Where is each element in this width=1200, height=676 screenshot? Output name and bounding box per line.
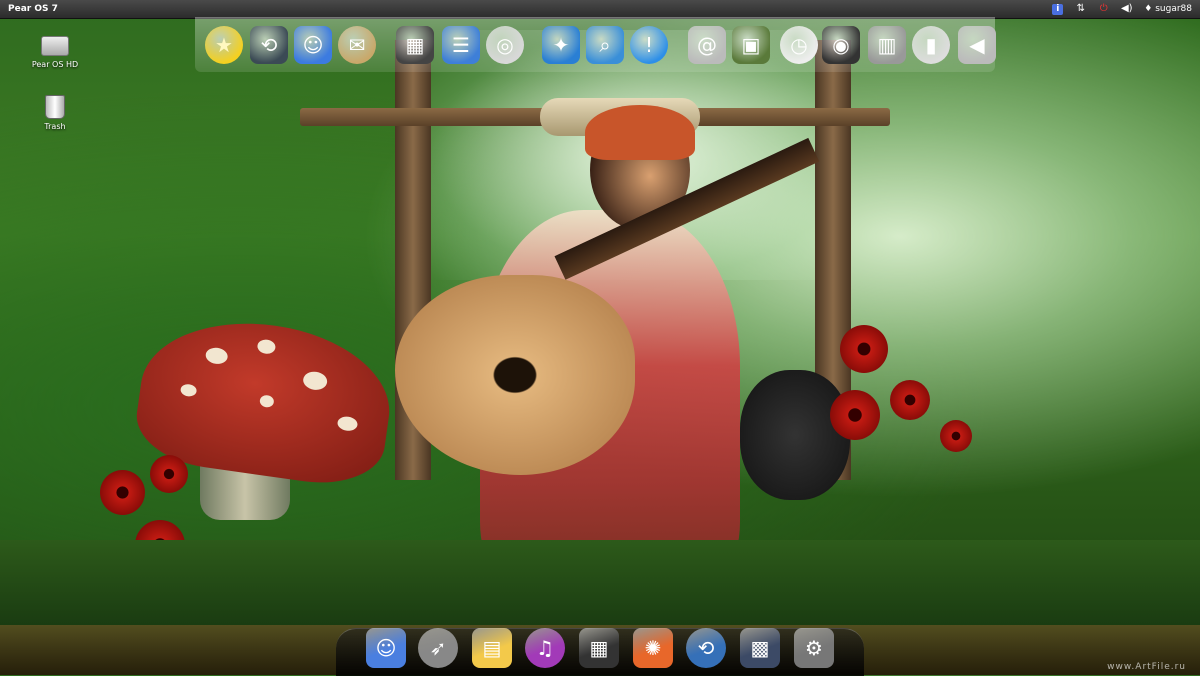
dock-calculator-icon[interactable]: ▦ (579, 628, 619, 668)
os-name-menu[interactable]: Pear OS 7 (8, 0, 58, 18)
safari-icon[interactable]: ✦ (542, 26, 580, 64)
trash-icon (45, 95, 65, 119)
photo-icon[interactable]: ▣ (732, 26, 770, 64)
wallpaper-guitar (395, 275, 635, 475)
desktop-icon-label: Trash (44, 122, 66, 131)
wallpaper-flower (840, 325, 888, 373)
speaker-icon[interactable]: ◀ (958, 26, 996, 64)
dock-settings-icon[interactable]: ⚙ (794, 628, 834, 668)
dvd-icon[interactable]: ◎ (486, 26, 524, 64)
wallpaper-flower (150, 455, 188, 493)
switch-icon[interactable]: ▮ (912, 26, 950, 64)
desktop-icon-label: Pear OS HD (31, 60, 79, 69)
volume-icon[interactable]: ◀) (1121, 3, 1133, 15)
desktop-icon-trash[interactable]: Trash (25, 95, 85, 131)
microphone-icon[interactable]: ▥ (868, 26, 906, 64)
finder-icon[interactable]: ☺ (294, 26, 332, 64)
desktop-icon-hd[interactable]: Pear OS HD (25, 36, 85, 69)
wallpaper-flower (100, 470, 145, 515)
mail-stamp-icon[interactable]: ✉ (338, 26, 376, 64)
dock-finder-icon[interactable]: ☺ (366, 628, 406, 668)
dock-system-info-icon[interactable]: ▩ (740, 628, 780, 668)
dock-notes-icon[interactable]: ▤ (472, 628, 512, 668)
dock-time-machine-icon[interactable]: ⟲ (686, 628, 726, 668)
hard-drive-icon (41, 36, 69, 56)
calculator-icon[interactable]: ▦ (396, 26, 434, 64)
wallpaper-flower (940, 420, 972, 452)
power-icon[interactable]: ⏻ (1098, 3, 1109, 15)
help-icon[interactable]: ! (630, 26, 668, 64)
watermark: www.ArtFile.ru (1107, 662, 1186, 672)
dock-launchpad-icon[interactable]: ➶ (418, 628, 458, 668)
dashboard-icon[interactable]: ◉ (822, 26, 860, 64)
network-icon[interactable]: ⇅ (1075, 3, 1086, 15)
user-menu[interactable]: ♦ sugar88 (1144, 0, 1192, 18)
clock-icon[interactable]: ◷ (780, 26, 818, 64)
username-label: sugar88 (1155, 4, 1192, 14)
wallpaper-flower (830, 390, 880, 440)
wallpaper-scarf (585, 105, 695, 160)
star-icon[interactable]: ★ (205, 26, 243, 64)
preview-icon[interactable]: ⌕ (586, 26, 624, 64)
dock-itunes-icon[interactable]: ♫ (525, 628, 565, 668)
address-book-icon[interactable]: @ (688, 26, 726, 64)
user-icon: ♦ (1144, 4, 1153, 14)
system-tray: i ⇅ ⏻ ◀) ♦ sugar88 (1052, 0, 1192, 18)
time-machine-icon[interactable]: ⟲ (250, 26, 288, 64)
wallpaper-cat (740, 370, 850, 500)
dock-firefox-icon[interactable]: ✺ (633, 628, 673, 668)
document-icon[interactable]: ☰ (442, 26, 480, 64)
wallpaper-flower (890, 380, 930, 420)
info-icon[interactable]: i (1052, 3, 1064, 15)
